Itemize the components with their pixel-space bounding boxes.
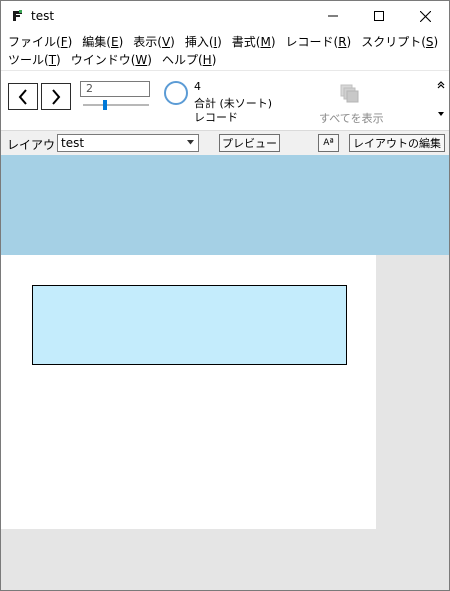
window-title: test — [31, 9, 55, 23]
close-button[interactable] — [402, 1, 448, 31]
edit-layout-button[interactable]: レイアウトの編集 — [349, 134, 445, 152]
menu-records[interactable]: レコード(R) — [286, 34, 352, 51]
show-all-icon[interactable] — [340, 84, 360, 104]
record-count: 4 — [194, 80, 201, 93]
menu-scripts[interactable]: スクリプト(S) — [361, 34, 438, 51]
menu-view[interactable]: 表示(V) — [133, 34, 175, 51]
collapse-toolbar-icon[interactable] — [437, 81, 445, 89]
current-record-input[interactable]: 2 — [80, 81, 150, 97]
menu-insert[interactable]: 挿入(I) — [185, 34, 222, 51]
menu-format[interactable]: 書式(M) — [232, 34, 276, 51]
menu-bar: ファイル(F) 編集(E) 表示(V) 挿入(I) 書式(M) レコード(R) … — [1, 32, 449, 70]
app-window: test ファイル(F) 編集(E) 表示(V) 挿入(I) 書式(M) レコー… — [0, 0, 450, 591]
show-all-button[interactable]: すべてを表示 — [319, 110, 384, 126]
preview-button[interactable]: プレビュー — [219, 134, 280, 152]
menu-row-2: ツール(T) ウインドウ(W) ヘルプ(H) — [8, 52, 226, 69]
chevron-down-icon — [187, 140, 194, 145]
previous-record-button[interactable] — [8, 83, 38, 110]
close-icon — [419, 10, 431, 22]
layout-dropdown-value: test — [61, 136, 85, 150]
menu-edit[interactable]: 編集(E) — [82, 34, 123, 51]
format-bar-button[interactable]: Aª — [318, 134, 339, 152]
maximize-icon — [374, 11, 384, 21]
field-box[interactable] — [32, 285, 347, 365]
chevron-right-icon — [52, 88, 61, 105]
record-pie-chart-icon — [164, 81, 188, 105]
records-label: レコード — [194, 111, 238, 124]
layout-header-part — [1, 155, 449, 255]
menu-file[interactable]: ファイル(F) — [8, 34, 72, 51]
record-slider-thumb[interactable] — [102, 100, 107, 110]
chevron-left-icon — [18, 88, 27, 105]
menu-help[interactable]: ヘルプ(H) — [162, 52, 216, 69]
title-bar: test — [1, 1, 449, 31]
record-slider[interactable] — [83, 104, 149, 106]
menu-tools[interactable]: ツール(T) — [8, 52, 61, 69]
menu-window[interactable]: ウインドウ(W) — [71, 52, 152, 69]
layout-bar: レイアウト: test プレビュー Aª レイアウトの編集 — [1, 130, 449, 155]
layout-dropdown[interactable]: test — [57, 134, 199, 152]
menu-row-1: ファイル(F) 編集(E) 表示(V) 挿入(I) 書式(M) レコード(R) … — [8, 34, 448, 51]
toolbar-overflow-icon[interactable] — [437, 111, 445, 117]
next-record-button[interactable] — [41, 83, 71, 110]
maximize-button[interactable] — [356, 1, 402, 31]
minimize-icon — [328, 15, 338, 17]
status-toolbar: 2 4 合計 (未ソート) レコード すべてを表示 — [1, 70, 449, 130]
filemaker-icon — [12, 10, 24, 22]
minimize-button[interactable] — [310, 1, 356, 31]
